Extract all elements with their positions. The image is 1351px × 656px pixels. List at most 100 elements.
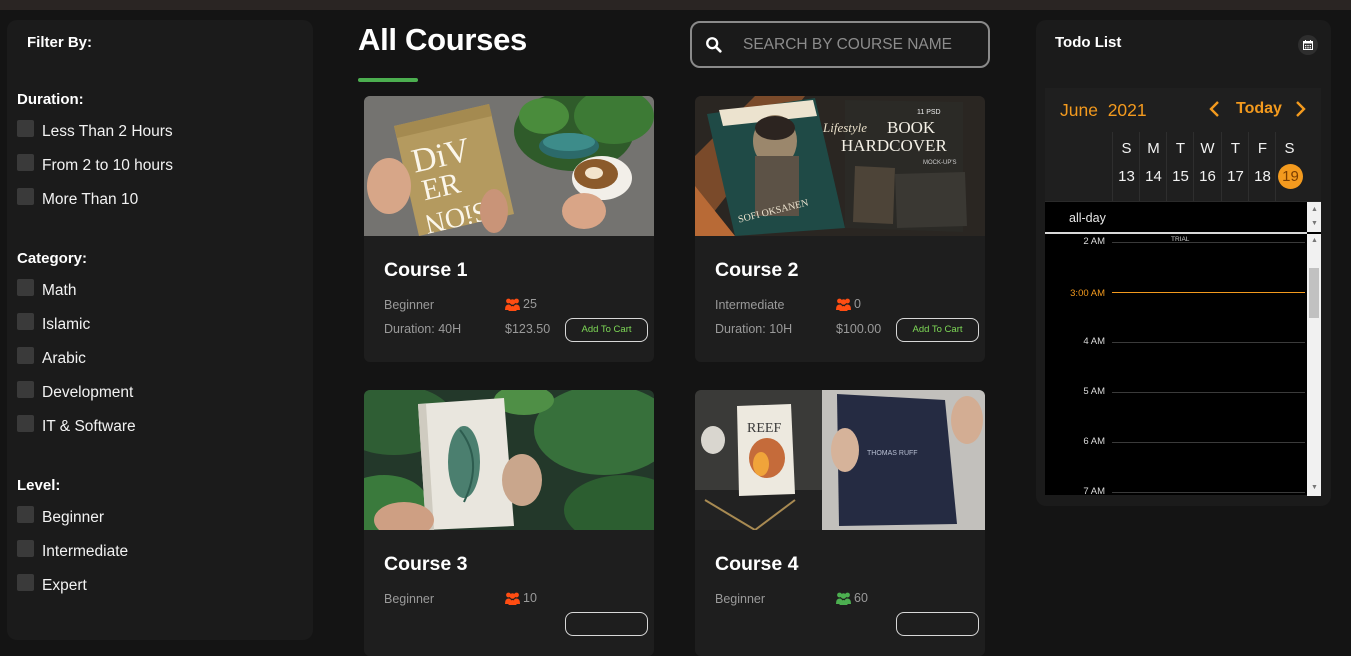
course-title[interactable]: Course 2 — [715, 259, 798, 282]
course-image[interactable]: REEF THOMAS RUFF — [695, 390, 985, 530]
search-box[interactable] — [690, 21, 990, 68]
filter-option-label: More Than 10 — [42, 191, 139, 208]
scroll-up-icon[interactable]: ▲ — [1311, 206, 1318, 213]
day-date[interactable]: 17 — [1222, 168, 1249, 185]
time-label: 5 AM — [1083, 386, 1105, 397]
scroll-down-icon[interactable]: ▼ — [1311, 220, 1318, 227]
filter-option-intermediate[interactable]: Intermediate — [17, 540, 129, 565]
filter-option-islamic[interactable]: Islamic — [17, 313, 91, 338]
today-button[interactable]: Today — [1236, 100, 1282, 118]
chevron-left-icon[interactable] — [1208, 99, 1222, 119]
day-date[interactable]: 15 — [1167, 168, 1194, 185]
checkbox[interactable] — [17, 574, 34, 591]
filter-option-label: Islamic — [42, 316, 91, 333]
filter-option-development[interactable]: Development — [17, 381, 133, 406]
search-icon[interactable] — [705, 36, 723, 54]
checkbox[interactable] — [17, 279, 34, 296]
filter-option-label: Beginner — [42, 509, 105, 526]
add-to-cart-button[interactable]: Add To Cart — [896, 318, 979, 342]
course-card[interactable]: DiV ER SiON Course 1 Beginner 25 Duratio… — [364, 96, 654, 362]
filter-option-label: Expert — [42, 577, 87, 594]
checkbox[interactable] — [17, 506, 34, 523]
time-label: 7 AM — [1083, 486, 1105, 497]
day-date[interactable]: 14 — [1140, 168, 1167, 185]
filter-option-less-than-2-hours[interactable]: Less Than 2 Hours — [17, 120, 173, 145]
filter-sidebar: Filter By: Duration: Less Than 2 Hours F… — [7, 20, 313, 640]
checkbox[interactable] — [17, 313, 34, 330]
filter-option-arabic[interactable]: Arabic — [17, 347, 86, 372]
course-level: Beginner — [715, 592, 766, 606]
checkbox[interactable] — [17, 188, 34, 205]
allday-row[interactable]: all-day — [1045, 202, 1307, 232]
filter-option-more-than-10[interactable]: More Than 10 — [17, 188, 139, 213]
course-card[interactable]: SOFI OKSANEN 11 PSD Lifestyle BOOK HARDC… — [695, 96, 985, 362]
filter-option-label: Intermediate — [42, 543, 129, 560]
course-price: $100.00 — [836, 322, 882, 336]
calendar-month: June — [1060, 100, 1098, 120]
course-duration: Duration: 40H — [384, 322, 462, 336]
day-date[interactable]: 13 — [1113, 168, 1140, 185]
student-count-value: 60 — [854, 591, 868, 605]
course-card[interactable]: Course 3 Beginner 10 — [364, 390, 654, 656]
filter-option-label: Arabic — [42, 350, 86, 367]
time-line — [1112, 492, 1305, 493]
scrollbar-thumb[interactable] — [1309, 268, 1319, 318]
course-image[interactable]: DiV ER SiON — [364, 96, 654, 236]
calendar-year: 2021 — [1107, 100, 1147, 120]
checkbox[interactable] — [17, 120, 34, 137]
course-level: Beginner — [384, 592, 435, 606]
time-line — [1112, 442, 1305, 443]
course-price: $123.50 — [505, 322, 551, 336]
todo-title: Todo List — [1055, 34, 1122, 51]
add-to-cart-button[interactable]: Add To Cart — [565, 318, 648, 342]
scroll-down-icon[interactable]: ▼ — [1311, 484, 1318, 491]
top-bar — [0, 0, 1351, 10]
allday-label: all-day — [1069, 211, 1106, 225]
course-title[interactable]: Course 4 — [715, 553, 798, 576]
filter-option-math[interactable]: Math — [17, 279, 76, 304]
search-input[interactable] — [743, 35, 983, 54]
divider — [1045, 232, 1307, 234]
course-card[interactable]: REEF THOMAS RUFF Course 4 Beginner 60 — [695, 390, 985, 656]
course-title[interactable]: Course 3 — [384, 553, 467, 576]
calendar-month-year: June 2021 — [1060, 100, 1147, 121]
day-name: S — [1284, 140, 1295, 157]
scroll-up-icon[interactable]: ▲ — [1311, 237, 1318, 244]
page-title: All Courses — [358, 22, 527, 57]
student-count: 60 — [836, 591, 868, 605]
day-date[interactable]: 16 — [1194, 168, 1221, 185]
student-count: 25 — [505, 297, 537, 311]
course-image[interactable]: SOFI OKSANEN 11 PSD Lifestyle BOOK HARDC… — [695, 96, 985, 236]
filter-option-2-to-10-hours[interactable]: From 2 to 10 hours — [17, 154, 173, 179]
time-label: 6 AM — [1083, 436, 1105, 447]
today-date[interactable]: 19 — [1278, 164, 1303, 189]
day-name: M — [1147, 140, 1160, 157]
day-name: W — [1200, 140, 1215, 157]
checkbox[interactable] — [17, 415, 34, 432]
time-grid[interactable]: all-day TRIAL 2 AM 3:00 AM 4 AM 5 AM 6 A… — [1045, 201, 1321, 497]
course-title[interactable]: Course 1 — [384, 259, 467, 282]
category-group-title: Category: — [17, 250, 88, 267]
calendar-icon[interactable] — [1298, 35, 1318, 55]
filter-option-beginner[interactable]: Beginner — [17, 506, 105, 531]
checkbox[interactable] — [17, 381, 34, 398]
chevron-right-icon[interactable] — [1293, 99, 1307, 119]
filter-title: Filter By: — [27, 34, 93, 51]
course-level: Intermediate — [715, 298, 785, 312]
course-image[interactable] — [364, 390, 654, 530]
filter-option-label: Less Than 2 Hours — [42, 123, 173, 140]
book-cover-text: THOMAS RUFF — [867, 450, 918, 457]
todo-panel: Todo List June 2021 Today S 13 M 14 T 15 W1… — [1036, 20, 1331, 506]
filter-option-label: IT & Software — [42, 418, 136, 435]
day-name: T — [1175, 140, 1186, 157]
filter-option-expert[interactable]: Expert — [17, 574, 87, 599]
book-cover-text: BOOK — [887, 118, 936, 137]
checkbox[interactable] — [17, 154, 34, 171]
student-count-value: 10 — [523, 591, 537, 605]
day-date[interactable]: 18 — [1249, 168, 1276, 185]
checkbox[interactable] — [17, 540, 34, 557]
book-cover-text: HARDCOVER — [841, 136, 947, 155]
checkbox[interactable] — [17, 347, 34, 364]
filter-option-it-software[interactable]: IT & Software — [17, 415, 136, 440]
book-cover-text: 11 PSD — [917, 109, 941, 116]
